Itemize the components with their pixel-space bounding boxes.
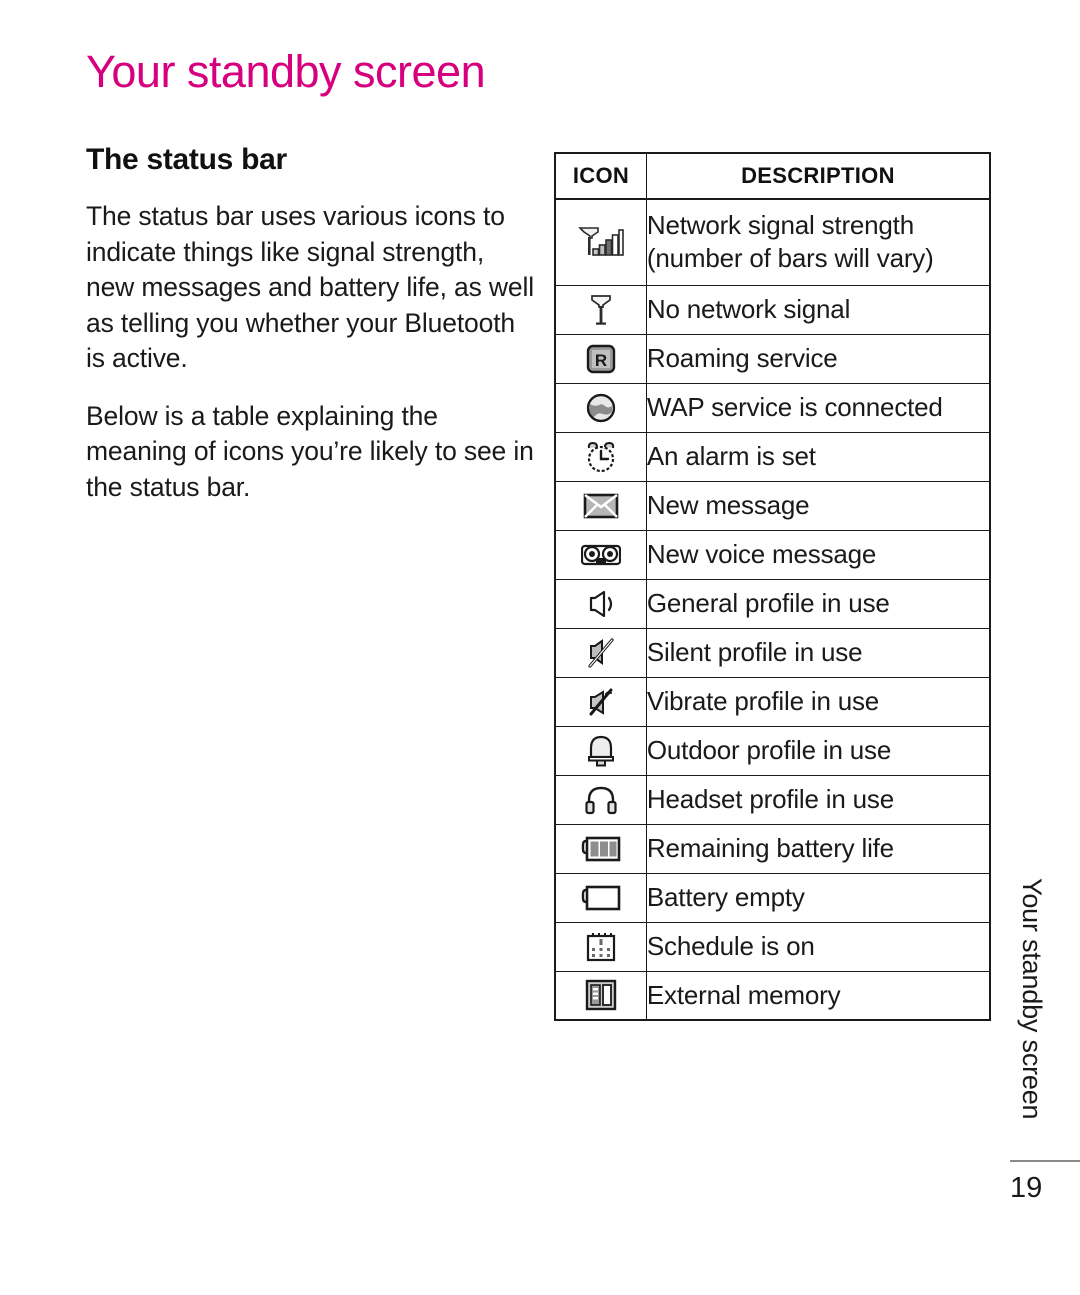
icon-cell	[554, 725, 647, 776]
icon-cell	[554, 921, 647, 972]
description-line: External memory	[646, 979, 841, 1010]
description-line: Roaming service	[646, 343, 838, 373]
description-line: WAP service is connected	[646, 392, 943, 422]
description-cell: Remaining battery life	[645, 823, 991, 874]
description-line: An alarm is set	[646, 441, 816, 471]
silent-icon	[586, 637, 616, 669]
table-row: Network signal strength (number of bars …	[554, 198, 991, 286]
table-row: New message	[554, 480, 991, 531]
table-row: No network signal	[554, 284, 991, 335]
table-row: General profile in use	[554, 578, 991, 629]
battery-full-icon	[581, 836, 621, 862]
table-row: Remaining battery life	[554, 823, 991, 874]
intro-paragraph-2: Below is a table explaining the meaning …	[86, 400, 534, 502]
description-line: Network signal strength	[646, 210, 914, 241]
description-line: Headset profile in use	[646, 784, 894, 814]
description-line: Remaining battery life	[646, 833, 894, 863]
table-row: New voice message	[554, 529, 991, 580]
icon-cell	[554, 578, 647, 629]
table-row: WAP service is connected	[554, 382, 991, 433]
table-row: Vibrate profile in use	[554, 676, 991, 727]
table-row: Silent profile in use	[554, 627, 991, 678]
description-cell: Vibrate profile in use	[645, 676, 991, 727]
description-cell: New message	[645, 480, 991, 531]
description-line: Vibrate profile in use	[646, 686, 880, 716]
description-cell: Battery empty	[645, 872, 991, 923]
description-line: (number of bars will vary)	[646, 243, 934, 274]
memory-card-icon	[585, 979, 617, 1011]
signal-strength-icon	[578, 226, 624, 258]
description-cell: Roaming service	[645, 333, 991, 384]
description-line: New voice message	[646, 539, 877, 569]
bell-icon	[586, 735, 616, 767]
description-cell: Headset profile in use	[645, 774, 991, 825]
headset-icon	[585, 785, 617, 815]
page-title: Your standby screen	[86, 46, 486, 97]
table-header-row: ICON DESCRIPTION	[554, 152, 991, 200]
icon-cell	[554, 627, 647, 678]
table-row: External memory	[554, 970, 991, 1021]
side-tab-label: Your standby screen	[1017, 878, 1047, 1120]
description-cell: WAP service is connected	[645, 382, 991, 433]
icon-cell	[554, 774, 647, 825]
description-cell: No network signal	[645, 284, 991, 335]
side-tab: Your standby screen	[1012, 878, 1052, 1178]
table-row: An alarm is set	[554, 431, 991, 482]
icon-cell	[554, 872, 647, 923]
icon-cell	[554, 198, 647, 286]
description-cell: External memory	[645, 970, 991, 1021]
description-line: Silent profile in use	[646, 637, 863, 667]
column-header-description: DESCRIPTION	[645, 152, 991, 200]
description-cell: Network signal strength (number of bars …	[645, 198, 991, 286]
description-line: Battery empty	[646, 882, 805, 912]
description-line: No network signal	[646, 294, 851, 324]
roaming-icon: R	[586, 344, 616, 374]
wap-globe-icon	[585, 392, 617, 424]
page-number-rule	[1010, 1160, 1080, 1162]
description-line: General profile in use	[646, 588, 890, 618]
description-cell: New voice message	[645, 529, 991, 580]
icon-cell	[554, 431, 647, 482]
left-content-column: Your standby screen The status bar The s…	[86, 48, 536, 527]
alarm-clock-icon	[585, 441, 617, 473]
column-header-icon: ICON	[554, 152, 647, 200]
icon-cell	[554, 382, 647, 433]
table-row: Headset profile in use	[554, 774, 991, 825]
intro-paragraph-1: The status bar uses various icons to ind…	[86, 201, 534, 374]
description-cell: Schedule is on	[645, 921, 991, 972]
description-cell: General profile in use	[645, 578, 991, 629]
table-row: Schedule is on	[554, 921, 991, 972]
description-line: New message	[646, 490, 810, 520]
icon-cell	[554, 970, 647, 1021]
status-bar-icon-table: ICON DESCRIPTION Network signal strength…	[554, 152, 991, 1021]
description-cell: An alarm is set	[645, 431, 991, 482]
icon-cell: R	[554, 333, 647, 384]
battery-empty-icon	[581, 885, 621, 911]
description-line: Outdoor profile in use	[646, 735, 892, 765]
svg-text:R: R	[595, 351, 607, 370]
page-number: 19	[1010, 1172, 1043, 1204]
table-body: Network signal strength (number of bars …	[554, 198, 991, 1021]
table-row: Outdoor profile in use	[554, 725, 991, 776]
description-cell: Silent profile in use	[645, 627, 991, 678]
icon-cell	[554, 823, 647, 874]
icon-cell	[554, 284, 647, 335]
calendar-icon	[585, 931, 617, 963]
section-title: The status bar	[86, 143, 287, 177]
vibrate-icon	[586, 686, 616, 718]
icon-cell	[554, 529, 647, 580]
envelope-icon	[583, 493, 619, 519]
icon-cell	[554, 676, 647, 727]
description-line: Schedule is on	[646, 931, 815, 961]
table-row: Battery empty	[554, 872, 991, 923]
speaker-icon	[587, 589, 615, 619]
voice-message-icon	[580, 543, 622, 567]
icon-cell	[554, 480, 647, 531]
table-row: R Roaming service	[554, 333, 991, 384]
table-header: ICON DESCRIPTION	[554, 152, 991, 200]
no-signal-icon	[589, 294, 613, 326]
description-cell: Outdoor profile in use	[645, 725, 991, 776]
